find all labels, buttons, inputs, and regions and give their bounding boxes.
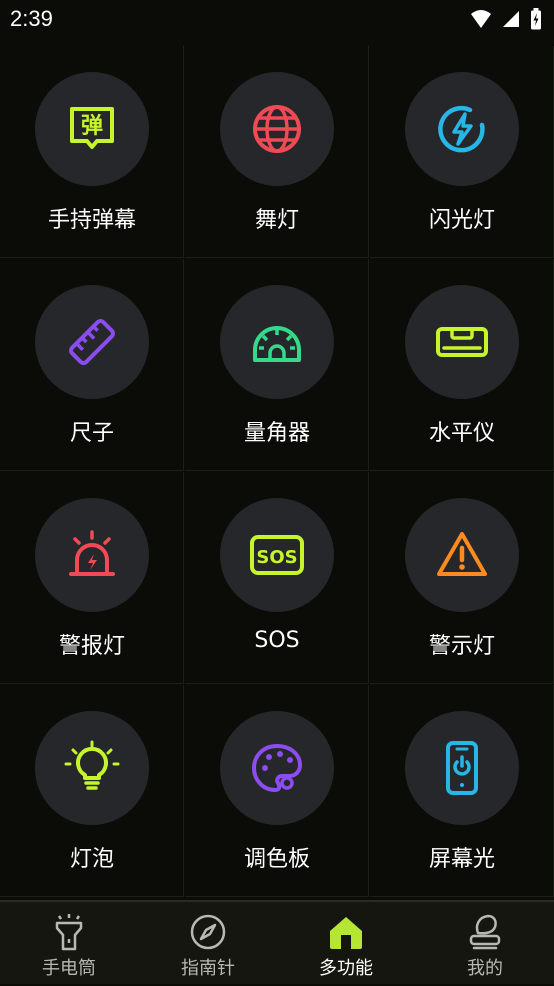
feature-protractor[interactable]: 量角器 xyxy=(185,259,369,471)
alarm-light-icon xyxy=(69,530,115,576)
feature-flash-light[interactable]: 闪光灯 xyxy=(370,46,554,258)
feature-label: 手持弹幕 xyxy=(47,208,136,233)
feature-label: 警示灯 xyxy=(428,634,495,659)
feature-label: 量角器 xyxy=(243,421,310,446)
feature-label: 屏幕光 xyxy=(428,847,495,872)
sos-icon: SOS xyxy=(250,535,304,575)
flash-icon xyxy=(438,105,485,153)
feature-label: 调色板 xyxy=(243,847,310,872)
feature-label: 灯泡 xyxy=(69,847,114,872)
feature-sos[interactable]: SOS SOS xyxy=(185,472,369,684)
wifi-icon xyxy=(471,10,491,28)
sos-glyph: SOS xyxy=(256,547,297,568)
screen-light-icon xyxy=(446,741,478,795)
feature-label: SOS xyxy=(254,628,300,653)
feature-icon-circle: 弹 xyxy=(35,72,149,186)
feature-icon-circle xyxy=(405,711,519,825)
feature-icon-circle xyxy=(405,498,519,612)
barrage-glyph: 弹 xyxy=(81,114,103,139)
handheld-barrage-icon: 弹 xyxy=(70,107,114,149)
tab-label: 我的 xyxy=(467,958,503,979)
feature-label: 闪光灯 xyxy=(428,208,495,233)
tab-label: 指南针 xyxy=(181,958,235,979)
feature-alarm-light[interactable]: 警报灯 xyxy=(0,472,184,684)
feature-icon-circle xyxy=(220,711,334,825)
warning-icon xyxy=(437,532,487,576)
level-icon xyxy=(436,327,488,357)
palette-icon xyxy=(252,744,302,792)
feature-icon-circle xyxy=(35,285,149,399)
compass-icon xyxy=(190,914,226,950)
tab-compass[interactable]: 指南针 xyxy=(139,902,277,986)
profile-icon xyxy=(469,914,501,950)
tab-flashlight[interactable]: 手电筒 xyxy=(0,902,138,986)
tab-profile[interactable]: 我的 xyxy=(416,902,554,986)
tab-label: 多功能 xyxy=(319,958,373,979)
disco-ball-icon xyxy=(253,105,301,153)
feature-ruler[interactable]: 尺子 xyxy=(0,259,184,471)
feature-icon-circle xyxy=(35,711,149,825)
feature-icon-circle xyxy=(220,72,334,186)
status-icons xyxy=(470,8,542,30)
battery-icon xyxy=(531,8,541,30)
cellular-signal-icon xyxy=(503,11,519,27)
status-bar: 2:39 xyxy=(0,0,554,40)
light-bulb-icon xyxy=(64,740,120,790)
feature-grid: 弹 手持弹幕 舞灯 闪光灯 尺子 量角器 水平仪 警报灯 SOS SOS 警示灯… xyxy=(0,46,554,900)
feature-icon-circle xyxy=(220,285,334,399)
feature-screen-light[interactable]: 屏幕光 xyxy=(370,685,554,897)
feature-label: 警报灯 xyxy=(58,634,125,659)
feature-icon-circle xyxy=(405,72,519,186)
feature-label: 水平仪 xyxy=(428,421,495,446)
feature-palette[interactable]: 调色板 xyxy=(185,685,369,897)
home-icon xyxy=(330,917,362,949)
tab-multifunction[interactable]: 多功能 xyxy=(277,902,415,986)
feature-icon-circle xyxy=(405,285,519,399)
feature-icon-circle: SOS xyxy=(220,498,334,612)
feature-handheld-barrage[interactable]: 弹 手持弹幕 xyxy=(0,46,184,258)
feature-light-bulb[interactable]: 灯泡 xyxy=(0,685,184,897)
bottom-navigation: 手电筒 指南针 多功能 我的 xyxy=(0,900,554,984)
feature-warning-light[interactable]: 警示灯 xyxy=(370,472,554,684)
feature-spirit-level[interactable]: 水平仪 xyxy=(370,259,554,471)
tab-label: 手电筒 xyxy=(42,958,96,979)
feature-icon-circle xyxy=(35,498,149,612)
feature-label: 尺子 xyxy=(69,421,114,446)
protractor-icon xyxy=(253,326,301,362)
ruler-icon xyxy=(69,319,115,365)
status-time: 2:39 xyxy=(10,6,53,31)
flashlight-icon xyxy=(55,914,83,951)
feature-label: 舞灯 xyxy=(254,208,299,233)
feature-disco-light[interactable]: 舞灯 xyxy=(185,46,369,258)
